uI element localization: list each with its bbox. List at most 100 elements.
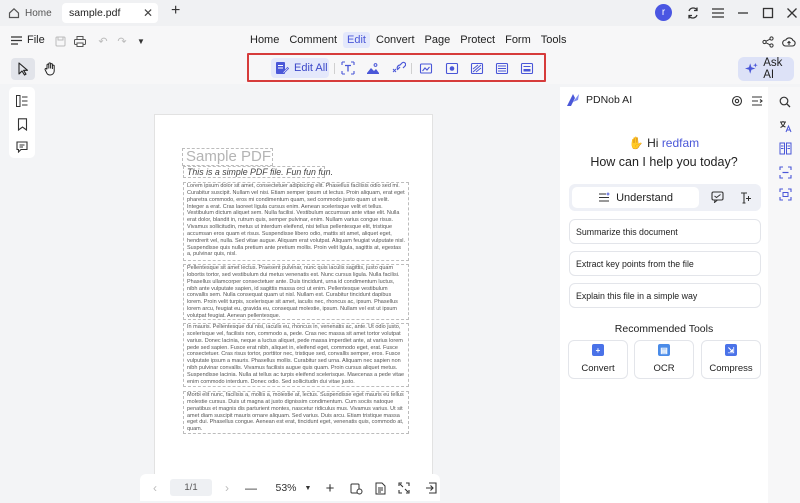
share-icon[interactable] [760, 34, 776, 50]
undo-icon[interactable]: ↶ [95, 33, 111, 49]
compare-icon[interactable] [777, 140, 793, 156]
close-tab-icon[interactable]: ✕ [143, 6, 153, 20]
save-icon[interactable] [52, 33, 68, 49]
tab-sample-pdf[interactable]: sample.pdf ✕ [62, 3, 158, 23]
suggestion-explain[interactable]: Explain this file in a simple way [569, 283, 761, 308]
suggestion-summarize[interactable]: Summarize this document [569, 219, 761, 244]
file-menu-label: File [27, 34, 45, 46]
fullscreen-icon[interactable] [396, 480, 412, 496]
fit-page-icon[interactable] [348, 480, 364, 496]
help-question: How can I help you today? [590, 155, 738, 169]
sync-icon[interactable] [683, 3, 703, 23]
tab-home-label: Home [25, 7, 52, 19]
file-menu[interactable]: File [11, 34, 45, 46]
zoom-out-icon[interactable]: — [244, 480, 258, 496]
add-text-icon[interactable] [340, 60, 356, 76]
sparkle-icon [745, 62, 758, 74]
pdf-paragraph-1[interactable]: Lorem ipsum dolor sit amet, consectetuer… [183, 182, 409, 261]
header-footer-icon[interactable] [494, 60, 510, 76]
zoom-level[interactable]: 53% [271, 480, 301, 496]
recommended-tools-title: Recommended Tools [614, 323, 714, 335]
wave-hand-icon: ✋ [628, 136, 644, 150]
thumbnails-icon[interactable] [15, 94, 29, 108]
page-number-input[interactable]: 1/1 [170, 479, 212, 496]
ai-panel-collapse-icon[interactable] [749, 93, 765, 109]
home-icon [8, 7, 20, 19]
tool-ocr-label: OCR [653, 363, 675, 374]
write-mode-icon[interactable] [737, 189, 753, 205]
quick-access-dropdown-icon[interactable]: ▼ [133, 33, 149, 49]
crop-page-icon[interactable] [418, 60, 434, 76]
pdf-title-text[interactable]: Sample PDF [182, 148, 273, 166]
compress-icon: ⇲ [725, 344, 737, 356]
main-menu: Home Comment Edit Convert Page Protect F… [246, 32, 570, 48]
chat-mode-icon[interactable] [709, 189, 725, 205]
hand-tool-button[interactable] [38, 58, 62, 80]
tool-ocr[interactable]: ▤ OCR [634, 340, 694, 379]
pdf-subtitle-text[interactable]: This is a simple PDF file. Fun fun fun. [183, 166, 333, 178]
add-image-icon[interactable] [365, 60, 381, 76]
pdf-paragraph-4[interactable]: Morbi elit nunc, facilisis a, mollis a, … [183, 391, 409, 434]
menu-icon[interactable] [708, 3, 728, 23]
tab-understand[interactable]: Understand [572, 187, 699, 208]
search-icon[interactable] [777, 94, 793, 110]
bookmark-icon[interactable] [15, 117, 29, 131]
background-icon[interactable] [469, 60, 485, 76]
ask-ai-button[interactable]: Ask AI [738, 57, 794, 81]
new-tab-button[interactable]: + [171, 2, 180, 20]
screenshot-icon[interactable] [777, 186, 793, 202]
menu-home[interactable]: Home [246, 32, 283, 48]
tool-compress[interactable]: ⇲ Compress [701, 340, 761, 379]
menu-page[interactable]: Page [421, 32, 455, 48]
username: redfam [661, 136, 700, 150]
toolbar-divider-2 [411, 63, 412, 74]
bates-number-icon[interactable] [519, 60, 535, 76]
tool-convert-label: Convert [581, 363, 615, 374]
tab-home[interactable]: Home [8, 4, 52, 22]
settings-icon[interactable] [729, 93, 745, 109]
next-page-icon[interactable]: › [220, 480, 234, 496]
tool-compress-label: Compress [709, 363, 753, 374]
tool-convert[interactable]: + Convert [568, 340, 628, 379]
ocr-icon: ▤ [658, 344, 670, 356]
edit-all-icon [276, 62, 289, 74]
prev-page-icon[interactable]: ‹ [148, 480, 162, 496]
close-window-icon[interactable] [782, 3, 800, 23]
menu-comment[interactable]: Comment [285, 32, 341, 48]
redo-icon[interactable]: ↷ [114, 33, 130, 49]
menu-tools[interactable]: Tools [537, 32, 571, 48]
print-icon[interactable] [72, 33, 88, 49]
menu-convert[interactable]: Convert [372, 32, 419, 48]
suggestion-key-points[interactable]: Extract key points from the file [569, 251, 761, 276]
ocr-scan-icon[interactable] [777, 164, 793, 180]
edit-all-button[interactable]: Edit All [271, 58, 329, 78]
menu-edit[interactable]: Edit [343, 32, 370, 48]
edit-all-label: Edit All [294, 62, 328, 74]
comments-icon[interactable] [15, 140, 29, 154]
cloud-upload-icon[interactable] [781, 34, 797, 50]
collapse-panel-icon[interactable] [423, 480, 439, 496]
select-tool-button[interactable] [11, 58, 35, 80]
avatar[interactable]: r [655, 4, 672, 21]
maximize-icon[interactable] [758, 3, 778, 23]
fit-width-icon[interactable] [372, 480, 388, 496]
pdf-paragraph-3[interactable]: In mauris. Pellentesque dui nisi, iaculi… [183, 323, 409, 387]
tab-understand-label: Understand [616, 191, 673, 204]
toolbar-divider [334, 63, 335, 74]
menu-protect[interactable]: Protect [456, 32, 499, 48]
ask-ai-label: Ask AI [763, 57, 783, 81]
watermark-icon[interactable] [444, 60, 460, 76]
cursor-icon [18, 62, 29, 76]
minimize-icon[interactable] [733, 3, 753, 23]
ai-panel-title: PDNob AI [586, 94, 633, 106]
pdf-paragraph-2[interactable]: Pellentesque sit amet lectus. Praesent p… [183, 264, 409, 320]
zoom-dropdown-icon[interactable]: ▼ [302, 480, 314, 496]
convert-icon: + [592, 344, 604, 356]
zoom-in-icon[interactable]: + [323, 480, 337, 497]
greeting: ✋ Hi redfam [560, 136, 768, 150]
tab-document-label: sample.pdf [69, 7, 121, 19]
understand-icon [599, 192, 610, 202]
translate-icon[interactable] [777, 118, 793, 134]
menu-form[interactable]: Form [501, 32, 535, 48]
add-link-icon[interactable] [390, 60, 406, 76]
